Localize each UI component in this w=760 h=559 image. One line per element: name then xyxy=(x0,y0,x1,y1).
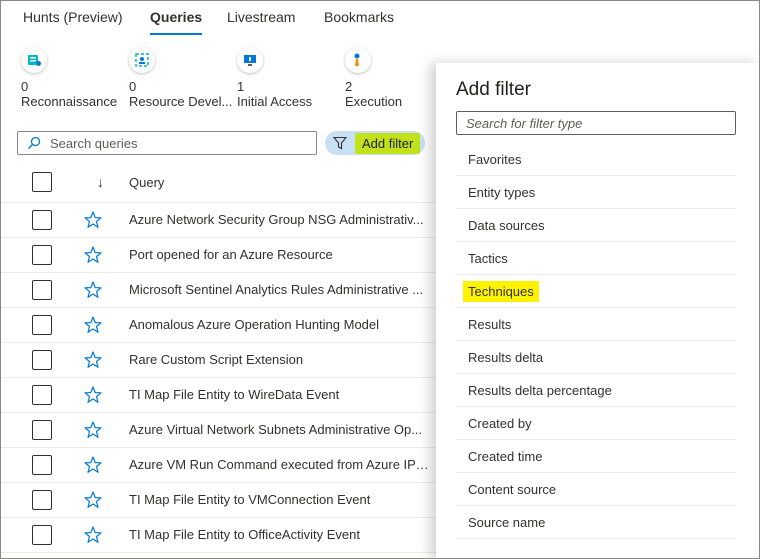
query-name[interactable]: Port opened for an Azure Resource xyxy=(129,247,429,262)
filter-option-label: Techniques xyxy=(463,280,539,302)
resource-development-icon xyxy=(129,47,155,73)
filter-option-label: Content source xyxy=(468,481,557,497)
filter-type-list: Favorites Entity types Data sources Tact… xyxy=(456,143,736,539)
filter-option-entity-types[interactable]: Entity types xyxy=(456,176,736,209)
star-favorite-icon[interactable] xyxy=(83,455,103,475)
star-favorite-icon[interactable] xyxy=(83,245,103,265)
table-header: ↓ Query xyxy=(1,165,441,203)
table-row[interactable]: TI Map File Entity to VMConnection Event xyxy=(1,483,441,518)
table-row[interactable]: TI Map File Entity to OfficeActivity Eve… xyxy=(1,518,441,553)
tactic-resource-development[interactable]: 0 Resource Devel... xyxy=(129,47,239,110)
tab-livestream[interactable]: Livestream xyxy=(227,9,295,35)
query-name[interactable]: Azure VM Run Command executed from Azure… xyxy=(129,457,429,472)
row-checkbox[interactable] xyxy=(32,385,52,405)
search-placeholder: Search queries xyxy=(50,135,138,151)
row-checkbox[interactable] xyxy=(32,490,52,510)
table-row[interactable]: Anomalous Azure Operation Hunting Model xyxy=(1,308,441,343)
filter-option-label: Results delta xyxy=(468,349,544,365)
star-favorite-icon[interactable] xyxy=(83,315,103,335)
tab-bar: Hunts (Preview) Queries Livestream Bookm… xyxy=(1,1,759,37)
table-row[interactable]: Azure Virtual Network Subnets Administra… xyxy=(1,413,441,448)
filter-option-label: Created by xyxy=(468,415,532,431)
tactic-initial-access[interactable]: 1 Initial Access xyxy=(237,47,347,110)
star-favorite-icon[interactable] xyxy=(83,525,103,545)
filter-option-label: Favorites xyxy=(468,151,522,167)
query-name[interactable]: TI Map File Entity to VMConnection Event xyxy=(129,492,429,507)
filter-option-created-time[interactable]: Created time xyxy=(456,440,736,473)
filter-icon xyxy=(325,136,355,150)
panel-title: Add filter xyxy=(456,79,531,100)
filter-option-label: Source name xyxy=(468,514,546,530)
filter-option-label: Results xyxy=(468,316,512,332)
select-all-checkbox[interactable] xyxy=(32,172,52,192)
tactic-reconnaissance[interactable]: 0 Reconnaissance xyxy=(21,47,131,110)
star-favorite-icon[interactable] xyxy=(83,490,103,510)
filter-option-source-name[interactable]: Source name xyxy=(456,506,736,539)
row-checkbox[interactable] xyxy=(32,315,52,335)
filter-option-created-by[interactable]: Created by xyxy=(456,407,736,440)
tactic-count: 0 xyxy=(129,79,137,94)
filter-option-content-source[interactable]: Content source xyxy=(456,473,736,506)
tab-queries[interactable]: Queries xyxy=(150,9,203,35)
filter-option-results[interactable]: Results xyxy=(456,308,736,341)
star-favorite-icon[interactable] xyxy=(83,385,103,405)
query-name[interactable]: Rare Custom Script Extension xyxy=(129,352,429,367)
filter-option-label: Tactics xyxy=(468,250,508,266)
row-checkbox[interactable] xyxy=(32,525,52,545)
filter-option-label: Results delta percentage xyxy=(468,382,612,398)
reconnaissance-icon xyxy=(21,47,47,73)
table-row[interactable]: Azure VM Run Command executed from Azure… xyxy=(1,448,441,483)
star-favorite-icon[interactable] xyxy=(83,420,103,440)
filter-option-data-sources[interactable]: Data sources xyxy=(456,209,736,242)
row-checkbox[interactable] xyxy=(32,420,52,440)
tab-bookmarks[interactable]: Bookmarks xyxy=(324,9,394,35)
query-name[interactable]: Azure Virtual Network Subnets Administra… xyxy=(129,422,429,437)
query-name[interactable]: TI Map File Entity to WireData Event xyxy=(129,387,429,402)
tactic-name: Resource Devel... xyxy=(129,94,233,109)
table-row[interactable]: Port opened for an Azure Resource xyxy=(1,238,441,273)
row-checkbox[interactable] xyxy=(32,455,52,475)
execution-icon xyxy=(345,47,371,73)
filter-type-search-input[interactable]: Search for filter type xyxy=(456,111,736,135)
tab-hunts-preview[interactable]: Hunts (Preview) xyxy=(23,9,123,35)
add-filter-button[interactable]: Add filter xyxy=(325,131,425,155)
column-header-query[interactable]: Query xyxy=(129,175,164,190)
query-name[interactable]: Anomalous Azure Operation Hunting Model xyxy=(129,317,429,332)
add-filter-panel: Add filter Search for filter type Favori… xyxy=(436,63,759,558)
row-checkbox[interactable] xyxy=(32,350,52,370)
search-queries-input[interactable]: Search queries xyxy=(17,131,317,155)
table-row[interactable]: TI Map File Entity to WireData Event xyxy=(1,378,441,413)
star-favorite-icon[interactable] xyxy=(83,350,103,370)
table-row[interactable]: Rare Custom Script Extension xyxy=(1,343,441,378)
tactic-name: Initial Access xyxy=(237,94,313,109)
tactic-count: 0 xyxy=(21,79,29,94)
filter-option-results-delta-percentage[interactable]: Results delta percentage xyxy=(456,374,736,407)
star-favorite-icon[interactable] xyxy=(83,280,103,300)
filter-option-favorites[interactable]: Favorites xyxy=(456,143,736,176)
row-checkbox[interactable] xyxy=(32,210,52,230)
query-name[interactable]: Microsoft Sentinel Analytics Rules Admin… xyxy=(129,282,429,297)
table-row[interactable]: Microsoft Sentinel Analytics Rules Admin… xyxy=(1,273,441,308)
table-row[interactable]: Azure Network Security Group NSG Adminis… xyxy=(1,203,441,238)
query-name[interactable]: TI Map File Entity to OfficeActivity Eve… xyxy=(129,527,429,542)
filter-option-techniques[interactable]: Techniques xyxy=(456,275,736,308)
filter-option-tactics[interactable]: Tactics xyxy=(456,242,736,275)
filter-option-results-delta[interactable]: Results delta xyxy=(456,341,736,374)
filter-option-label: Data sources xyxy=(468,217,545,233)
query-name[interactable]: Azure Network Security Group NSG Adminis… xyxy=(129,212,429,227)
tactic-name: Reconnaissance xyxy=(21,94,118,109)
add-filter-label: Add filter xyxy=(355,132,421,154)
sort-arrow-icon[interactable]: ↓ xyxy=(97,174,104,190)
row-checkbox[interactable] xyxy=(32,245,52,265)
initial-access-icon xyxy=(237,47,263,73)
row-checkbox[interactable] xyxy=(32,280,52,300)
filter-option-label: Entity types xyxy=(468,184,536,200)
tactic-count: 1 xyxy=(237,79,245,94)
star-favorite-icon[interactable] xyxy=(83,210,103,230)
filter-option-label: Created time xyxy=(468,448,543,464)
search-icon xyxy=(18,136,50,150)
hunting-window: Hunts (Preview) Queries Livestream Bookm… xyxy=(0,0,760,559)
